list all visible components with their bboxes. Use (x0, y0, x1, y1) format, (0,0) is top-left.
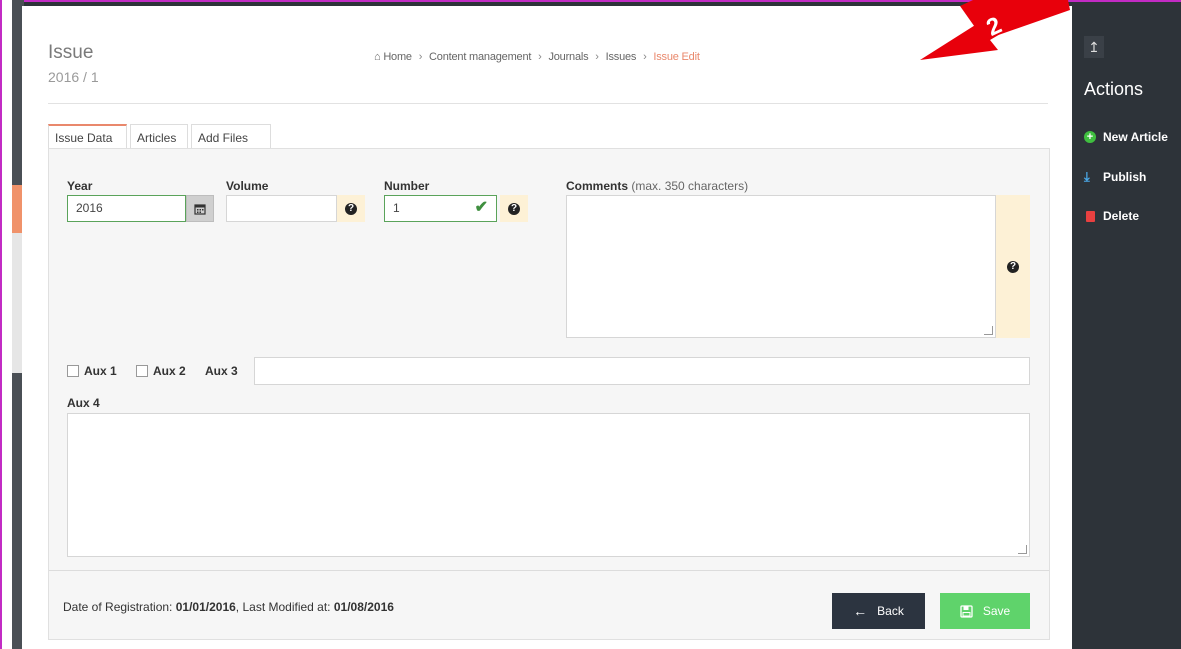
delete-button[interactable]: Delete (1084, 209, 1139, 223)
cursor-click-icon[interactable]: ↥ (1084, 36, 1104, 58)
breadcrumb-issues[interactable]: Issues (606, 51, 637, 63)
breadcrumb-active: Issue Edit (653, 51, 700, 63)
modified-label: , Last Modified at: (235, 600, 331, 614)
breadcrumb-journals[interactable]: Journals (548, 51, 588, 63)
comments-help-icon[interactable]: ? (996, 195, 1030, 338)
back-button-label: Back (877, 604, 904, 618)
volume-help-icon[interactable]: ? (337, 195, 365, 222)
back-button[interactable]: ← Back (832, 593, 925, 629)
breadcrumb: ⌂ Home › Content management › Journals ›… (374, 51, 700, 63)
aux1-checkbox[interactable] (67, 365, 79, 377)
number-value: 1 (393, 201, 400, 215)
annotation-arrow: 2 (920, 0, 1070, 60)
record-dates: Date of Registration: 01/01/2016, Last M… (63, 600, 394, 614)
aux2-label: Aux 2 (153, 364, 186, 378)
calendar-icon-glyph (194, 203, 206, 215)
download-icon: ⤓ (1084, 169, 1090, 184)
page-title: Issue (48, 42, 94, 63)
save-button-label: Save (982, 604, 1011, 618)
aux3-input[interactable] (254, 357, 1030, 385)
breadcrumb-separator: › (538, 51, 542, 63)
resize-handle-icon[interactable] (984, 326, 993, 335)
aux4-textarea[interactable] (67, 413, 1030, 557)
page-subtitle: 2016 / 1 (48, 69, 99, 85)
breadcrumb-content-management[interactable]: Content management (429, 51, 531, 63)
main-content: Issue 2016 / 1 ⌂ Home › Content manageme… (22, 6, 1072, 649)
volume-input[interactable] (226, 195, 337, 222)
publish-label: Publish (1103, 170, 1147, 184)
number-input[interactable]: 1 ✔ (384, 195, 497, 222)
delete-label: Delete (1103, 209, 1140, 223)
aux1-label: Aux 1 (84, 364, 117, 378)
arrow-left-icon: ← (853, 603, 868, 619)
resize-handle-icon[interactable] (1018, 545, 1027, 554)
save-button[interactable]: Save (940, 593, 1030, 629)
footer-divider (49, 570, 1049, 571)
home-icon[interactable]: ⌂ (374, 51, 381, 63)
comments-label: Comments (max. 350 characters) (566, 179, 748, 193)
comments-textarea[interactable] (566, 195, 996, 338)
tab-add-files[interactable]: Add Files (191, 124, 271, 149)
breadcrumb-separator: › (418, 51, 423, 63)
breadcrumb-separator: › (643, 51, 647, 63)
actions-title: Actions (1084, 79, 1144, 99)
year-input[interactable]: 2016 (67, 195, 186, 222)
aux3-label: Aux 3 (205, 364, 238, 378)
new-article-button[interactable]: + New Article (1084, 130, 1168, 144)
breadcrumb-home[interactable]: Home (383, 51, 412, 63)
publish-button[interactable]: ⤓ Publish (1084, 170, 1146, 184)
issue-data-panel: Year 2016 Volume ? Number 1 ✔ ? Comments… (48, 148, 1050, 640)
actions-sidebar: ↥ Actions + New Article ⤓ Publish Delete (1072, 6, 1181, 649)
number-help-icon[interactable]: ? (500, 195, 528, 222)
aux2-checkbox[interactable] (136, 365, 148, 377)
header-divider (48, 103, 1048, 104)
tab-articles[interactable]: Articles (130, 124, 188, 149)
left-navigation-strip (0, 0, 24, 649)
year-label: Year (67, 179, 93, 193)
registration-label: Date of Registration: (63, 600, 173, 614)
registration-date: 01/01/2016 (175, 600, 236, 614)
trash-icon (1086, 210, 1095, 222)
new-article-label: New Article (1103, 130, 1168, 144)
checkmark-icon: ✔ (474, 199, 488, 216)
aux4-label: Aux 4 (67, 396, 100, 410)
comments-label-text: Comments (566, 179, 629, 193)
breadcrumb-separator: › (595, 51, 599, 63)
tab-issue-data[interactable]: Issue Data (48, 124, 127, 149)
calendar-icon[interactable] (186, 195, 214, 222)
volume-label: Volume (226, 179, 269, 193)
floppy-disk-icon (960, 604, 973, 618)
modified-date: 01/08/2016 (333, 600, 394, 614)
plus-circle-icon: + (1084, 131, 1096, 143)
comments-hint: (max. 350 characters) (631, 179, 749, 193)
number-label: Number (384, 179, 430, 193)
